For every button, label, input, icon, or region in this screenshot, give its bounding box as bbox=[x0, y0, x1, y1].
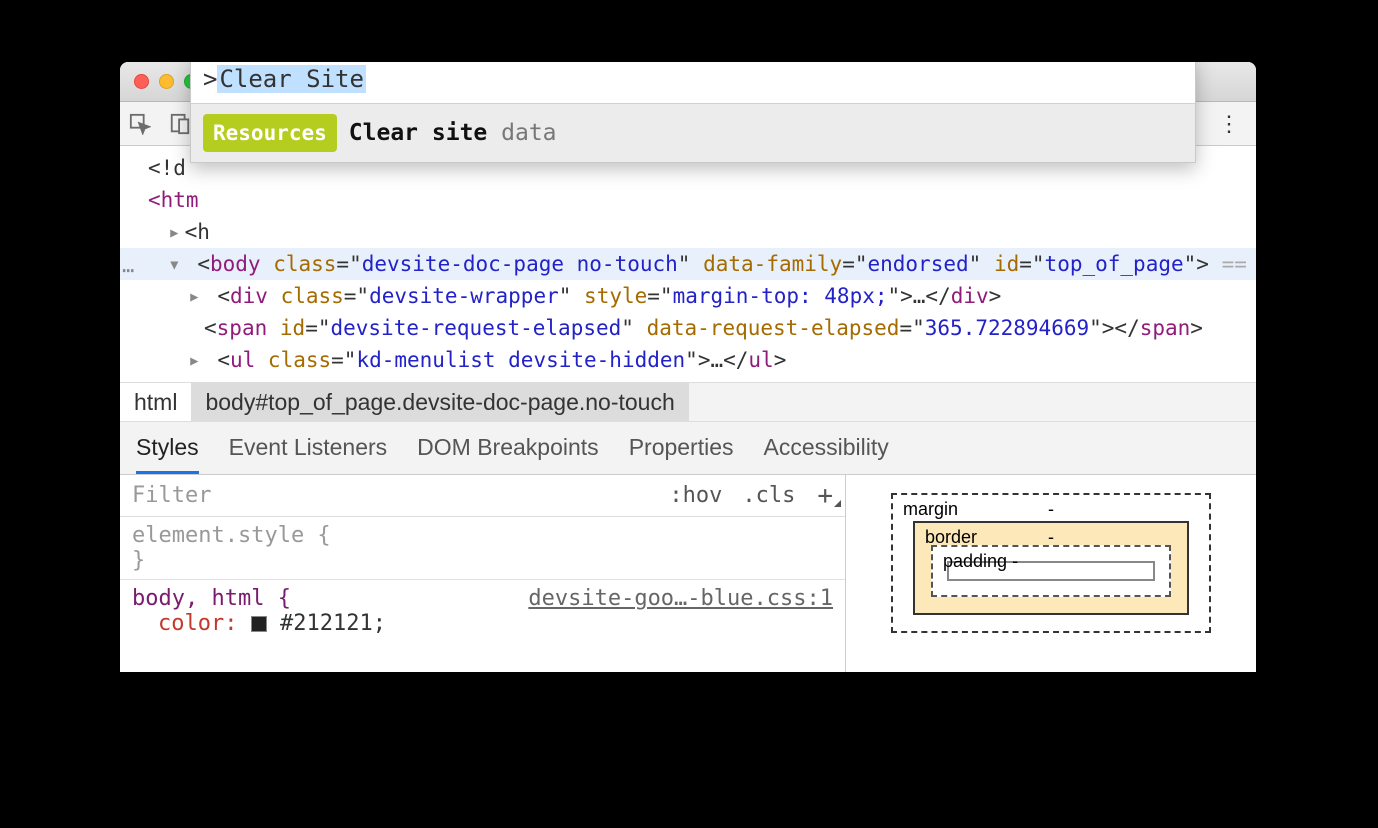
bm-padding[interactable]: padding - bbox=[931, 545, 1171, 597]
subtab-styles[interactable]: Styles bbox=[136, 430, 199, 474]
dom-node-ul[interactable]: <ul class="kd-menulist devsite-hidden">…… bbox=[120, 344, 1256, 376]
breadcrumb: html body#top_of_page.devsite-doc-page.n… bbox=[120, 382, 1256, 422]
bm-margin[interactable]: margin - border - padding - bbox=[891, 493, 1211, 633]
dom-tree[interactable]: <!d <htm <h ⋯ <body class="devsite-doc-p… bbox=[120, 146, 1256, 382]
subtab-accessibility[interactable]: Accessibility bbox=[764, 430, 889, 474]
dom-text: <!d bbox=[148, 156, 186, 180]
styles-subtabs: Styles Event Listeners DOM Breakpoints P… bbox=[120, 422, 1256, 475]
styles-rules: Filter :hov .cls + element.style { } dev… bbox=[120, 475, 846, 672]
settings-kebab-icon[interactable]: ⋮ bbox=[1202, 111, 1256, 137]
inspect-icon[interactable] bbox=[120, 113, 160, 135]
new-rule-button[interactable]: + bbox=[805, 481, 845, 511]
filter-input[interactable]: Filter bbox=[120, 483, 659, 508]
styles-pane: Filter :hov .cls + element.style { } dev… bbox=[120, 475, 1256, 672]
minimize-icon[interactable] bbox=[159, 74, 174, 89]
category-badge: Resources bbox=[203, 114, 337, 152]
command-result-item[interactable]: Resources Clear site data bbox=[191, 104, 1195, 162]
command-query: Clear Site bbox=[217, 65, 366, 93]
dom-node-div[interactable]: <div class="devsite-wrapper" style="marg… bbox=[120, 280, 1256, 312]
cls-button[interactable]: .cls bbox=[732, 483, 805, 508]
hov-button[interactable]: :hov bbox=[659, 483, 732, 508]
dom-node-body[interactable]: ⋯ <body class="devsite-doc-page no-touch… bbox=[120, 248, 1256, 280]
subtab-properties[interactable]: Properties bbox=[629, 430, 734, 474]
command-input[interactable]: >Clear Site bbox=[191, 62, 1195, 103]
command-results: Resources Clear site data bbox=[191, 103, 1195, 162]
dom-node-span[interactable]: <span id="devsite-request-elapsed" data-… bbox=[120, 312, 1256, 344]
subtab-dom-breakpoints[interactable]: DOM Breakpoints bbox=[417, 430, 599, 474]
subtab-event-listeners[interactable]: Event Listeners bbox=[229, 430, 388, 474]
crumb-body[interactable]: body#top_of_page.devsite-doc-page.no-tou… bbox=[191, 383, 688, 421]
css-rule[interactable]: devsite-goo…-blue.css:1 body, html { col… bbox=[120, 579, 845, 642]
bm-border[interactable]: border - padding - bbox=[913, 521, 1189, 615]
source-link[interactable]: devsite-goo…-blue.css:1 bbox=[528, 586, 833, 611]
styles-filter-row: Filter :hov .cls + bbox=[120, 475, 845, 517]
command-menu: >Clear Site Resources Clear site data bbox=[190, 62, 1196, 163]
devtools-window: DevTools - developers.google.com/web/too… bbox=[120, 62, 1256, 672]
close-icon[interactable] bbox=[134, 74, 149, 89]
box-model: margin - border - padding - bbox=[846, 475, 1256, 672]
crumb-html[interactable]: html bbox=[120, 383, 191, 421]
element-style-rule[interactable]: element.style { } bbox=[120, 517, 845, 579]
dom-node[interactable]: <h bbox=[120, 216, 1256, 248]
dom-text: <htm bbox=[148, 188, 199, 212]
color-swatch-icon[interactable] bbox=[251, 616, 267, 632]
